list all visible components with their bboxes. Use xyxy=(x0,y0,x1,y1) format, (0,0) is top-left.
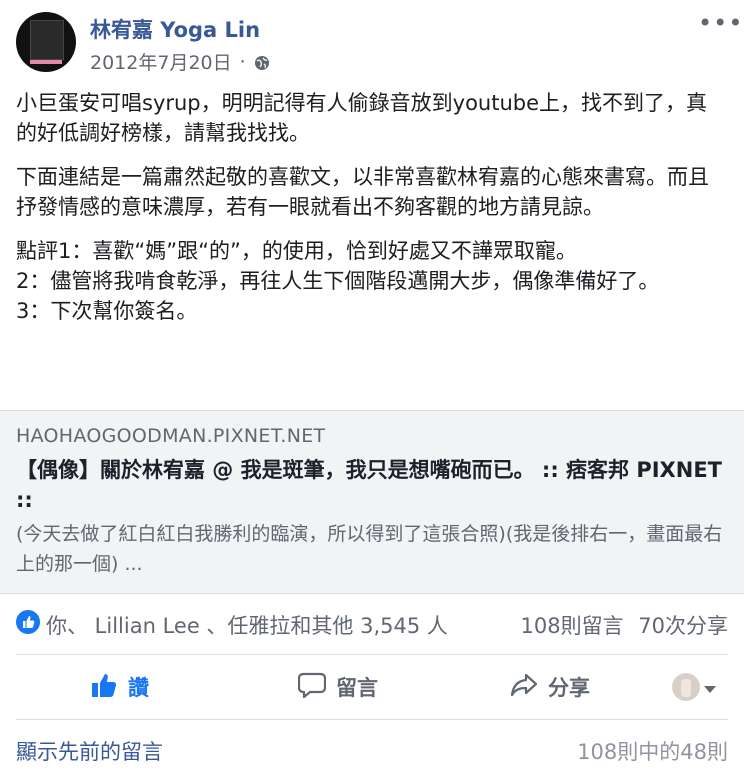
author-name[interactable]: 林宥嘉 Yoga Lin xyxy=(90,14,260,44)
avatar-stripe xyxy=(30,60,62,64)
link-description: (今天去做了紅白紅白我勝利的臨演，所以得到了這張合照)(我是後排右一，畫面最右上… xyxy=(16,523,723,575)
comment-label: 留言 xyxy=(336,676,378,700)
post-date[interactable]: 2012年7月20日 xyxy=(90,48,232,75)
reactions-bar: 你、 Lillian Lee 、任雅拉和其他 3,545 人 108則留言 70… xyxy=(16,606,728,646)
comment-bubble-icon xyxy=(297,672,336,703)
link-preview-card[interactable]: HAOHAOGOODMAN.PIXNET.NET 【偶像】關於林宥嘉 @ 我是斑… xyxy=(0,410,744,594)
comments-count: 108則中的48則 xyxy=(577,740,728,764)
reaction-names[interactable]: 你、 Lillian Lee 、任雅拉和其他 3,545 人 xyxy=(46,610,448,640)
avatar-photo xyxy=(30,20,64,60)
meta-separator: · xyxy=(239,50,246,73)
show-previous-comments-link[interactable]: 顯示先前的留言 xyxy=(16,736,163,766)
share-count[interactable]: 70次分享 xyxy=(638,614,728,638)
chevron-down-icon xyxy=(704,675,726,699)
reaction-stats: 108則留言 70次分享 xyxy=(520,610,728,640)
more-options-icon[interactable]: ••• xyxy=(698,11,742,38)
post-paragraph: 點評1：喜歡“媽”跟“的”，的使用，恰到好處又不譁眾取寵。 2：儘管將我啃食乾淨… xyxy=(16,239,660,323)
post-paragraph: 小巨蛋安可唱syrup，明明記得有人偷錄音放到youtube上，找不到了，真的好… xyxy=(16,91,708,145)
globe-icon[interactable] xyxy=(254,54,270,70)
comment-count[interactable]: 108則留言 xyxy=(520,614,623,638)
like-label: 讚 xyxy=(128,676,149,700)
identity-selector[interactable] xyxy=(672,655,726,719)
post-paragraph: 下面連結是一篇肅然起敬的喜歡文，以非常喜歡林宥嘉的心態來書寫。而且抒發情感的意味… xyxy=(16,165,709,219)
post-body: 小巨蛋安可唱syrup，明明記得有人偷錄音放到youtube上，找不到了，真的好… xyxy=(16,88,728,340)
thumbs-up-icon xyxy=(90,672,128,703)
link-title: 【偶像】關於林宥嘉 @ 我是斑筆，我只是想嘴砲而已。 :: 痞客邦 PIXNET… xyxy=(16,458,722,512)
post-header: 林宥嘉 Yoga Lin 2012年7月20日 · ••• xyxy=(16,11,742,76)
post-meta: 2012年7月20日 · xyxy=(90,48,270,75)
comment-button[interactable]: 留言 xyxy=(297,655,378,719)
share-button[interactable]: 分享 xyxy=(510,655,590,719)
share-label: 分享 xyxy=(548,676,590,700)
link-domain: HAOHAOGOODMAN.PIXNET.NET xyxy=(16,425,326,447)
like-reaction-icon[interactable] xyxy=(16,610,40,634)
like-button[interactable]: 讚 xyxy=(90,655,149,719)
action-bar: 讚 留言 分享 xyxy=(16,654,728,720)
comments-footer: 顯示先前的留言 108則中的48則 xyxy=(16,736,728,766)
user-avatar xyxy=(672,673,700,701)
share-arrow-icon xyxy=(510,672,548,703)
author-avatar[interactable] xyxy=(16,12,76,72)
